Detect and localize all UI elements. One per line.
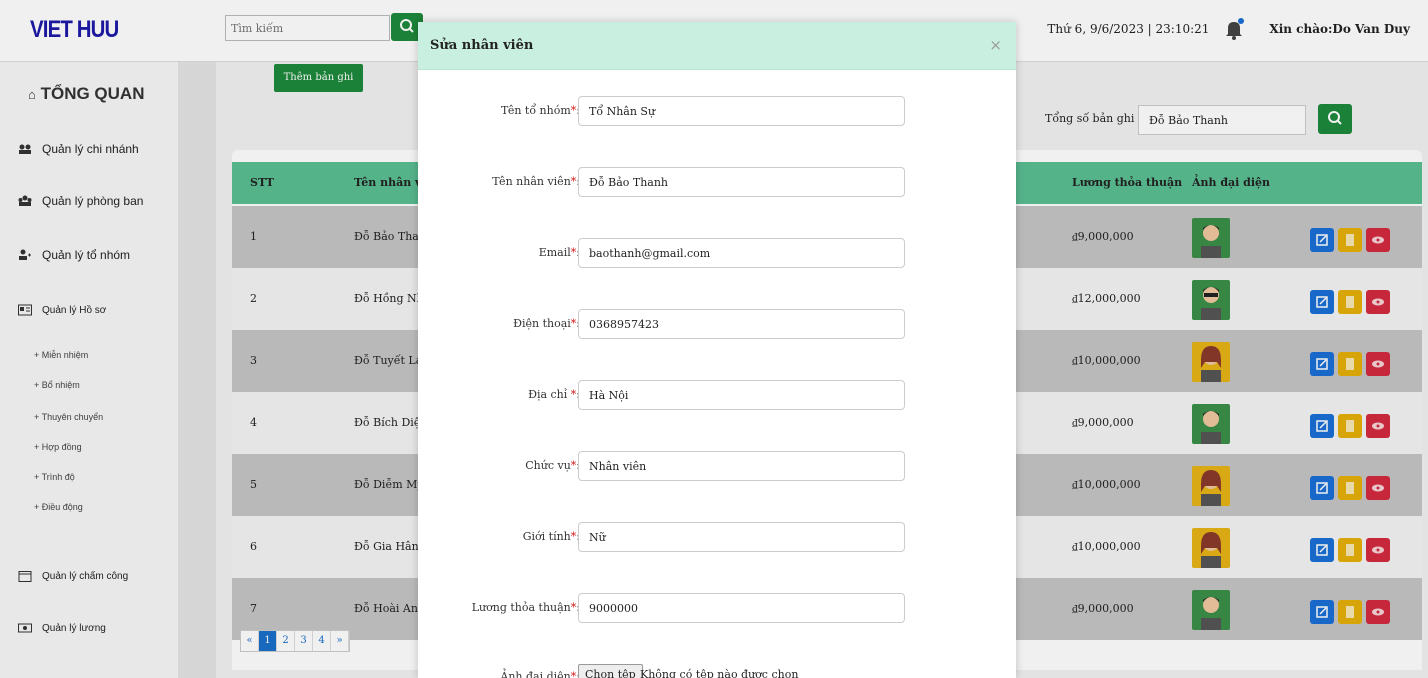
field-input[interactable]: 9000000 — [578, 593, 905, 623]
field-input[interactable]: baothanh@gmail.com — [578, 238, 905, 268]
choose-file-button[interactable]: Chọn tệp — [578, 664, 643, 678]
form-row: Điện thoại*:0368957423 — [418, 309, 1016, 339]
form-row: Giới tính*:Nữ — [418, 522, 1016, 552]
field-input[interactable]: Tổ Nhân Sự — [578, 96, 905, 126]
field-input[interactable]: 0368957423 — [578, 309, 905, 339]
field-label: Tên tổ nhóm*: — [501, 104, 580, 117]
form-row-avatar: Ảnh đại diện*: Chọn tệp Không có tệp nào… — [418, 662, 1016, 678]
edit-employee-modal: Sửa nhân viên × Tên tổ nhóm*:Tổ Nhân SựT… — [418, 22, 1016, 678]
file-status: Không có tệp nào được chọn — [640, 668, 799, 678]
field-label: Điện thoại*: — [513, 317, 580, 330]
form-row: Lương thỏa thuận*:9000000 — [418, 593, 1016, 623]
form-row: Chức vụ*:Nhân viên — [418, 451, 1016, 481]
form-row: Tên nhân viên*:Đỗ Bảo Thanh — [418, 167, 1016, 197]
modal-title: Sửa nhân viên — [430, 38, 534, 53]
field-label: Chức vụ*: — [525, 459, 580, 472]
form-row: Địa chỉ *:Hà Nội — [418, 380, 1016, 410]
field-label: Ảnh đại diện*: — [500, 670, 580, 678]
field-input[interactable]: Nhân viên — [578, 451, 905, 481]
field-label: Tên nhân viên*: — [492, 175, 580, 188]
field-label: Giới tính*: — [522, 530, 580, 543]
form-row: Tên tổ nhóm*:Tổ Nhân Sự — [418, 96, 1016, 126]
modal-header: Sửa nhân viên × — [418, 22, 1016, 70]
field-input[interactable]: Đỗ Bảo Thanh — [578, 167, 905, 197]
field-input[interactable]: Nữ — [578, 522, 905, 552]
field-label: Email*: — [538, 246, 580, 259]
close-icon[interactable]: × — [989, 36, 1002, 54]
field-input[interactable]: Hà Nội — [578, 380, 905, 410]
field-label: Địa chỉ *: — [528, 388, 580, 401]
field-label: Lương thỏa thuận*: — [471, 601, 580, 614]
form-row: Email*:baothanh@gmail.com — [418, 238, 1016, 268]
